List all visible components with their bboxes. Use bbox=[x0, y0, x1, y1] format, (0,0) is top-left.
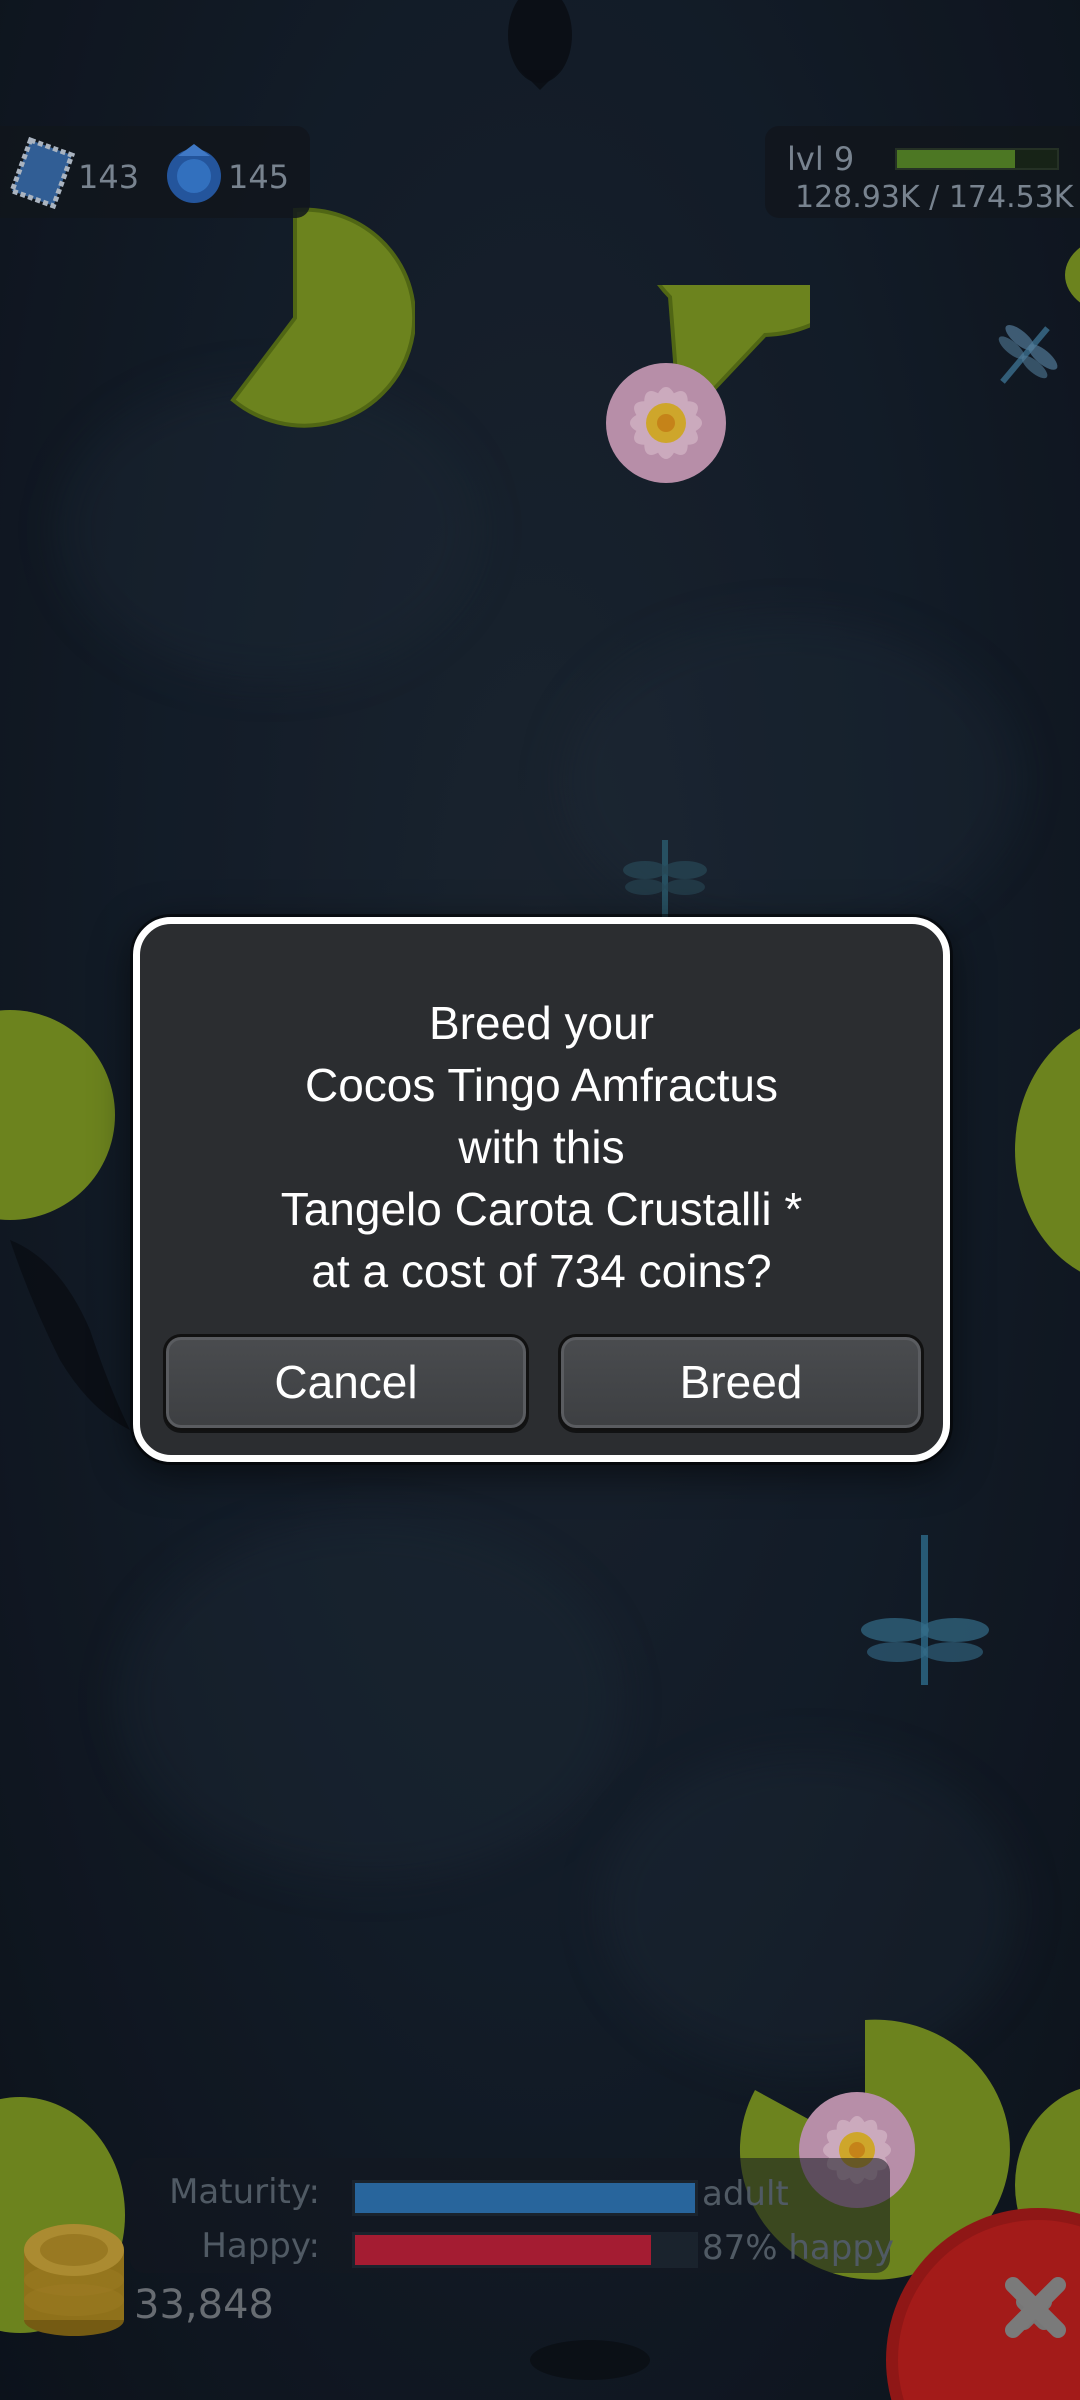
breed-confirm-dialog: Breed your Cocos Tingo Amfractus with th… bbox=[133, 917, 950, 1462]
breed-button[interactable]: Breed bbox=[558, 1334, 924, 1431]
message-line: with this bbox=[458, 1121, 625, 1173]
message-line: Breed your bbox=[428, 997, 654, 1049]
message-line: Cocos Tingo Amfractus bbox=[305, 1059, 778, 1111]
pond-scene: 143 145 lvl 9 128.93K / 174.53K Maturity… bbox=[0, 0, 1080, 2400]
message-line: Tangelo Carota Crustalli * bbox=[280, 1183, 803, 1235]
dialog-message: Breed your Cocos Tingo Amfractus with th… bbox=[140, 992, 943, 1302]
message-line: at a cost of 734 coins? bbox=[311, 1245, 772, 1297]
cancel-button[interactable]: Cancel bbox=[163, 1334, 529, 1431]
